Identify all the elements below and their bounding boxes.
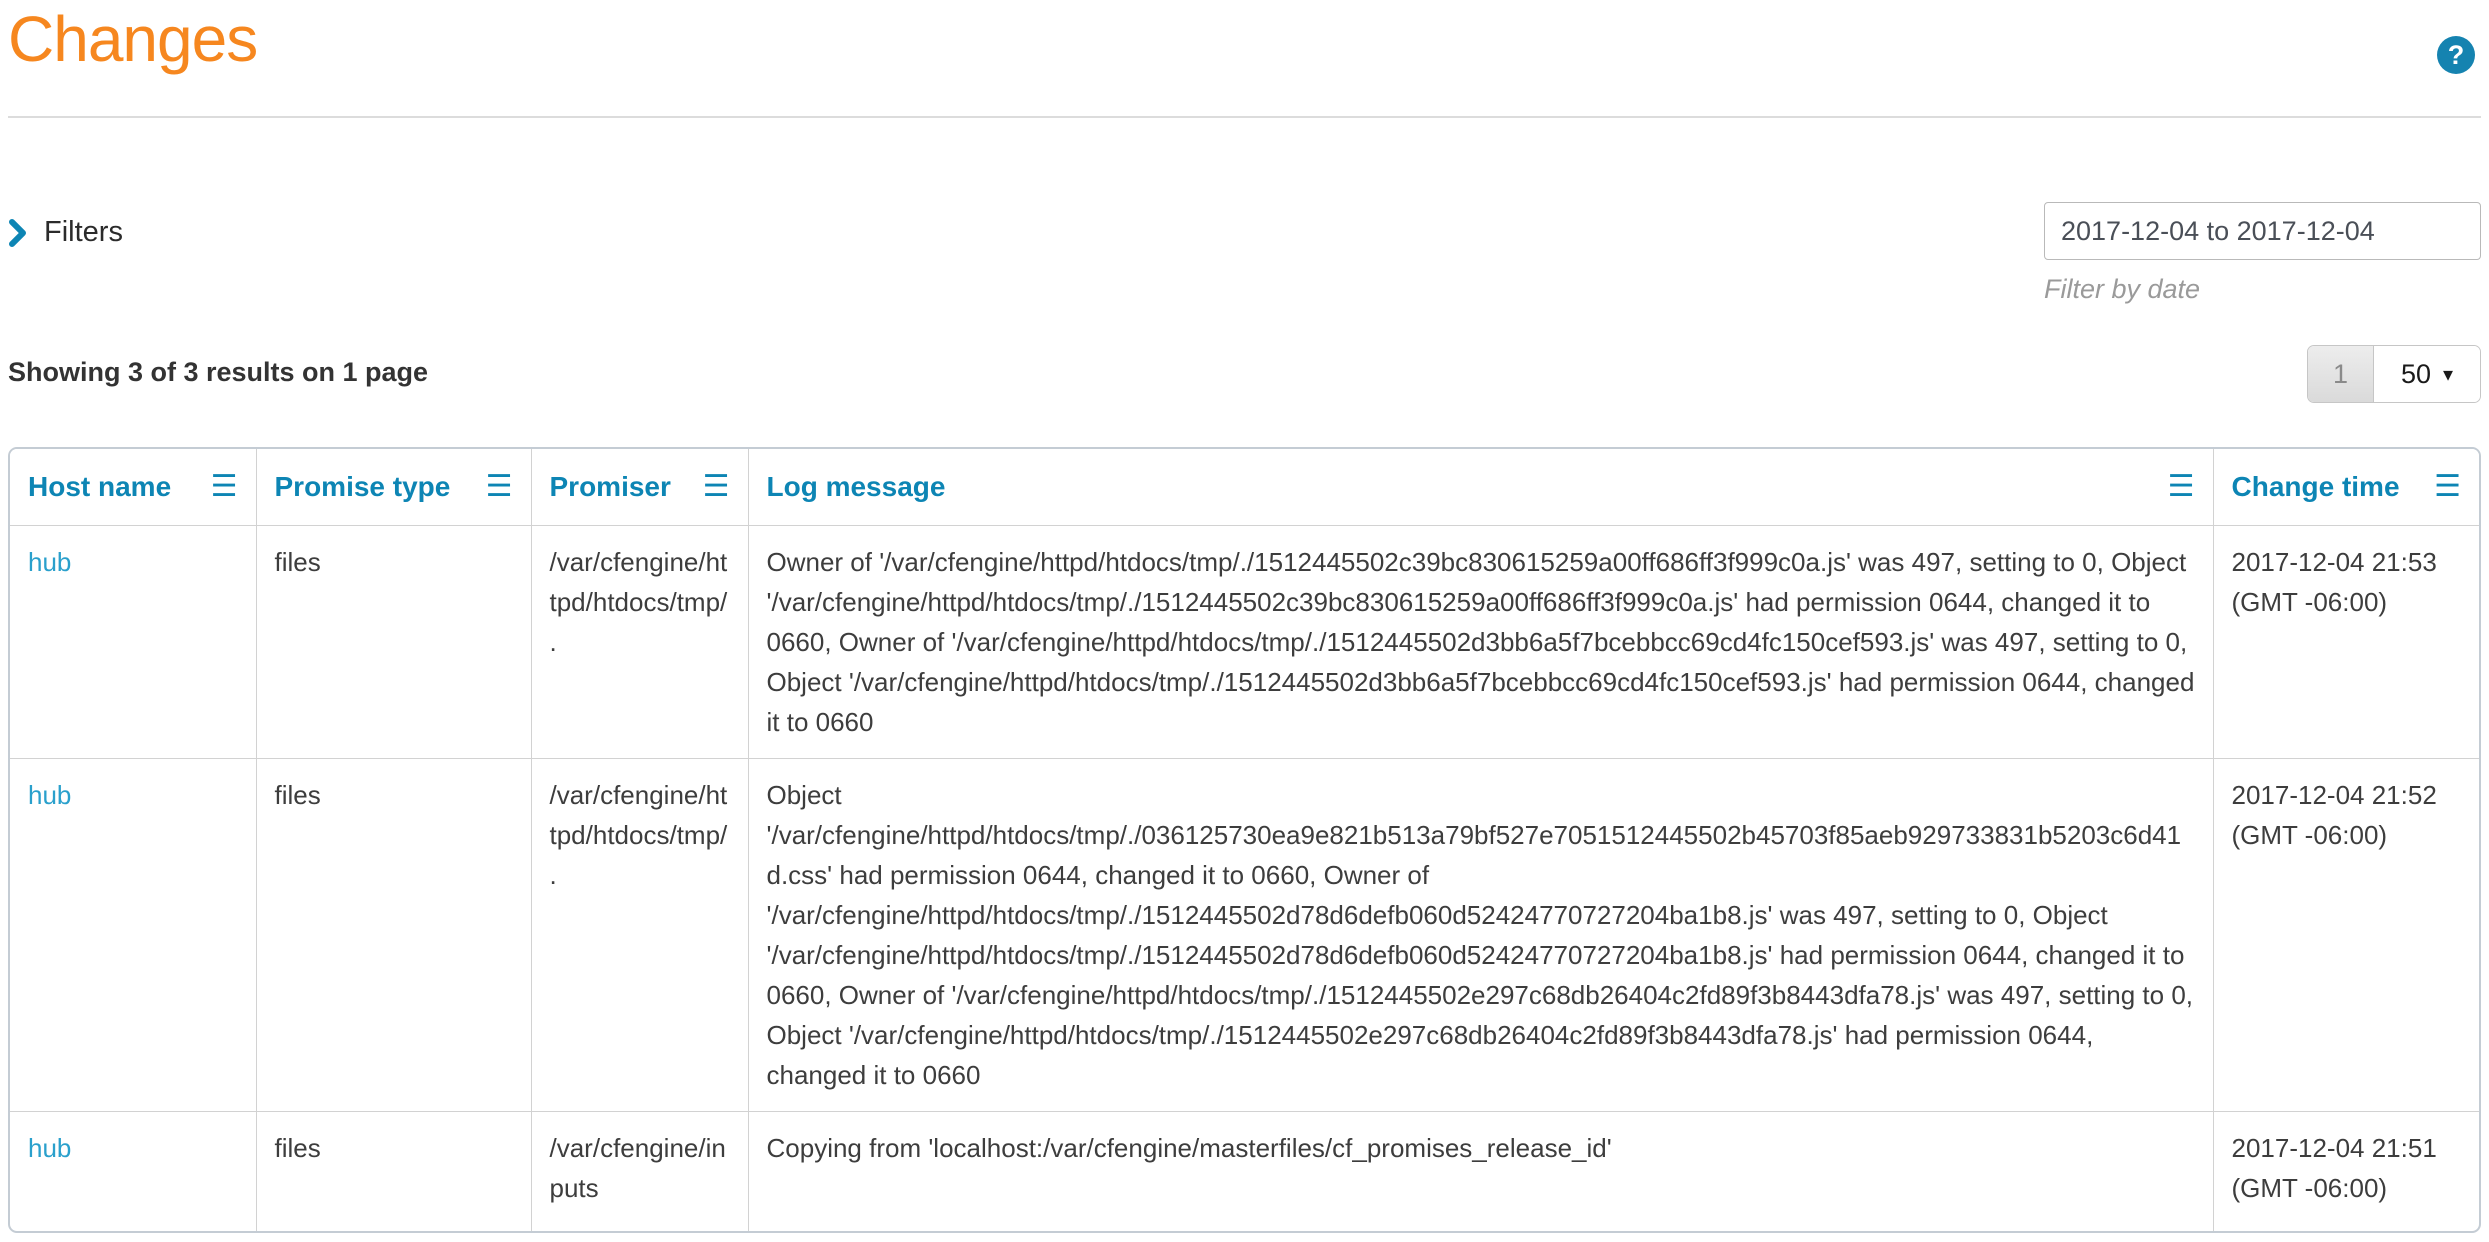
cell-log-message: Object '/var/cfengine/httpd/htdocs/tmp/.… [748,758,2213,1111]
cell-promise-type: files [256,525,531,758]
column-menu-icon[interactable]: ☰ [211,472,238,502]
cell-host-name: hub [10,1111,256,1231]
cell-host-name: hub [10,525,256,758]
column-label: Log message [767,471,946,503]
pagination: 1 50 ▾ [2307,345,2481,403]
cell-promise-type: files [256,1111,531,1231]
page-header: Changes ? [8,6,2481,74]
changes-page: Changes ? Filters Filter by date Showing… [0,6,2489,1233]
cell-host-name: hub [10,758,256,1111]
host-link[interactable]: hub [28,780,71,810]
page-size-dropdown[interactable]: 50 ▾ [2374,346,2480,402]
changes-table-frame: Host name ☰ Promise type ☰ Promiser [8,447,2481,1233]
table-row: hub files /var/cfengine/httpd/htdocs/tmp… [10,525,2479,758]
cell-log-message: Owner of '/var/cfengine/httpd/htdocs/tmp… [748,525,2213,758]
column-label: Promise type [275,471,451,503]
column-label: Promiser [550,471,671,503]
page-number-button[interactable]: 1 [2308,346,2374,402]
changes-table: Host name ☰ Promise type ☰ Promiser [10,449,2479,1231]
column-label: Host name [28,471,171,503]
cell-promiser: /var/cfengine/httpd/htdocs/tmp/. [531,758,748,1111]
host-link[interactable]: hub [28,1133,71,1163]
date-filter-hint: Filter by date [2044,274,2481,305]
filters-label: Filters [44,216,123,249]
filters-toolbar: Filters Filter by date [8,202,2481,305]
table-row: hub files /var/cfengine/inputs Copying f… [10,1111,2479,1231]
column-header-promiser[interactable]: Promiser ☰ [531,449,748,525]
results-summary: Showing 3 of 3 results on 1 page [8,345,428,388]
cell-promiser: /var/cfengine/httpd/htdocs/tmp/. [531,525,748,758]
date-range-input[interactable] [2044,202,2481,260]
column-menu-icon[interactable]: ☰ [2168,472,2195,502]
date-filter: Filter by date [2044,202,2481,305]
results-row: Showing 3 of 3 results on 1 page 1 50 ▾ [8,345,2481,403]
table-row: hub files /var/cfengine/httpd/htdocs/tmp… [10,758,2479,1111]
filters-toggle[interactable]: Filters [8,202,123,249]
column-menu-icon[interactable]: ☰ [2434,472,2461,502]
page-title: Changes [8,6,257,73]
cell-change-time: 2017-12-04 21:52 (GMT -06:00) [2213,758,2479,1111]
cell-change-time: 2017-12-04 21:53 (GMT -06:00) [2213,525,2479,758]
column-menu-icon[interactable]: ☰ [703,472,730,502]
caret-down-icon: ▾ [2443,362,2453,386]
column-label: Change time [2232,471,2400,503]
host-link[interactable]: hub [28,547,71,577]
help-icon[interactable]: ? [2437,36,2475,74]
column-header-host-name[interactable]: Host name ☰ [10,449,256,525]
cell-change-time: 2017-12-04 21:51 (GMT -06:00) [2213,1111,2479,1231]
cell-log-message: Copying from 'localhost:/var/cfengine/ma… [748,1111,2213,1231]
column-menu-icon[interactable]: ☰ [486,472,513,502]
header-divider [8,116,2481,118]
column-header-log-message[interactable]: Log message ☰ [748,449,2213,525]
table-header-row: Host name ☰ Promise type ☰ Promiser [10,449,2479,525]
cell-promise-type: files [256,758,531,1111]
chevron-right-icon [8,218,28,248]
cell-promiser: /var/cfengine/inputs [531,1111,748,1231]
column-header-promise-type[interactable]: Promise type ☰ [256,449,531,525]
page-size-value: 50 [2401,359,2431,390]
column-header-change-time[interactable]: Change time ☰ [2213,449,2479,525]
